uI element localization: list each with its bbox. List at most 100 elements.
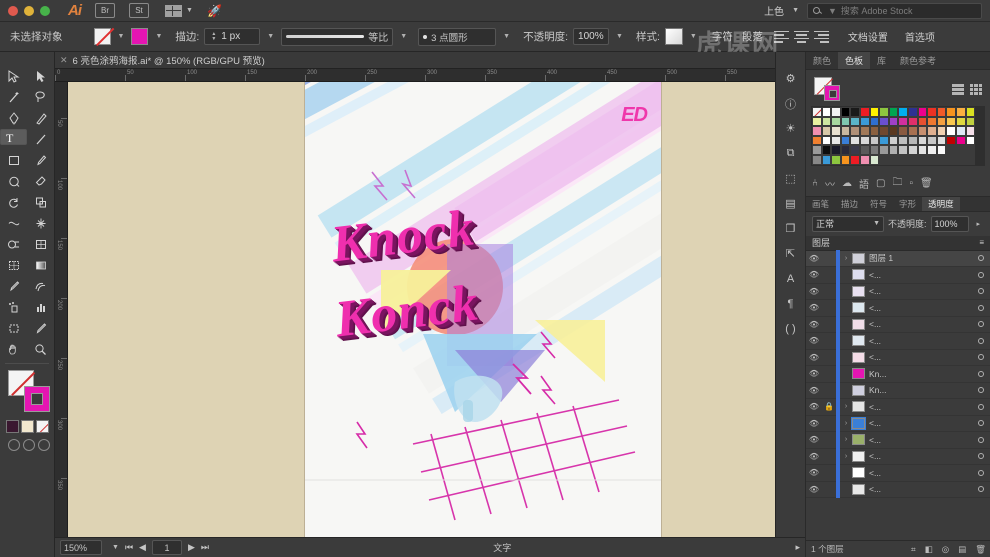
color-swatch[interactable] bbox=[859, 107, 870, 117]
draw-mode-icon[interactable] bbox=[23, 439, 35, 451]
color-swatch[interactable] bbox=[859, 154, 870, 165]
layer-name[interactable]: Kn... bbox=[869, 385, 972, 395]
layer-row[interactable]: 👁 <... bbox=[806, 349, 990, 367]
screen-mode-buttons[interactable] bbox=[8, 439, 54, 451]
eraser-tool[interactable] bbox=[27, 171, 54, 192]
width-tool[interactable] bbox=[0, 213, 27, 234]
color-swatch[interactable] bbox=[907, 145, 918, 155]
color-swatch[interactable] bbox=[850, 116, 860, 127]
slice-tool[interactable] bbox=[27, 318, 54, 339]
layer-row[interactable]: 👁 <... bbox=[806, 316, 990, 334]
color-swatch[interactable] bbox=[936, 145, 947, 155]
color-swatch[interactable] bbox=[907, 116, 918, 127]
layer-name[interactable]: <... bbox=[869, 402, 972, 412]
disclosure-triangle-icon[interactable]: › bbox=[840, 403, 852, 410]
canvas-area[interactable]: ED Knock Konck bbox=[68, 82, 825, 537]
color-swatch[interactable] bbox=[821, 154, 832, 165]
target-indicator[interactable] bbox=[972, 418, 990, 428]
target-indicator[interactable] bbox=[972, 484, 990, 494]
color-swatch[interactable] bbox=[879, 116, 889, 127]
color-swatch[interactable] bbox=[927, 107, 937, 117]
zoom-tool[interactable] bbox=[27, 339, 54, 360]
tab-library[interactable]: 库 bbox=[870, 52, 893, 69]
color-swatch[interactable] bbox=[955, 135, 966, 146]
color-swatch[interactable] bbox=[907, 135, 918, 146]
last-artboard-icon[interactable]: ⏭ bbox=[201, 542, 209, 553]
layers-list[interactable]: 👁 › 图层 1 👁 <... 👁 <... 👁 <... 👁 <... 👁 <... 👁 <... 👁 Kn.… bbox=[806, 250, 990, 499]
bridge-icon[interactable]: Br bbox=[95, 3, 115, 18]
tab-stroke[interactable]: 描边 bbox=[835, 197, 864, 211]
color-swatch[interactable] bbox=[927, 135, 937, 146]
color-swatch[interactable] bbox=[936, 107, 947, 117]
type-tool[interactable]: T bbox=[0, 129, 27, 145]
glyph-icon[interactable]: 語 bbox=[859, 176, 869, 191]
color-swatch[interactable] bbox=[879, 126, 889, 136]
color-swatch[interactable] bbox=[879, 107, 889, 117]
transparency-opacity-input[interactable]: 100% bbox=[930, 215, 969, 232]
blank-icon[interactable]: ▢ bbox=[876, 178, 885, 189]
color-swatch[interactable] bbox=[859, 126, 870, 136]
artboard-tool[interactable] bbox=[0, 318, 27, 339]
delete-layer-icon[interactable]: 🗑 bbox=[975, 544, 986, 555]
color-swatch[interactable] bbox=[936, 154, 947, 165]
color-swatch[interactable] bbox=[955, 145, 966, 155]
color-swatch[interactable] bbox=[946, 107, 956, 117]
chevron-down-icon[interactable]: ▼ bbox=[265, 33, 276, 40]
color-swatch[interactable] bbox=[955, 154, 966, 165]
color-swatch[interactable] bbox=[898, 154, 908, 165]
arrange-documents-icon[interactable] bbox=[165, 4, 182, 17]
target-indicator[interactable] bbox=[972, 336, 990, 346]
color-swatch[interactable] bbox=[821, 116, 832, 127]
chevron-down-icon[interactable]: ▼ bbox=[186, 7, 193, 14]
zoom-level-input[interactable]: 150% bbox=[60, 540, 102, 555]
target-indicator[interactable] bbox=[972, 385, 990, 395]
eye-icon[interactable]: 👁 bbox=[806, 402, 822, 411]
eye-icon[interactable]: 👁 bbox=[806, 270, 822, 279]
lock-icon[interactable]: 🔒 bbox=[822, 402, 836, 411]
layer-name[interactable]: <... bbox=[869, 468, 972, 478]
color-swatch[interactable] bbox=[898, 145, 908, 155]
target-indicator[interactable] bbox=[972, 286, 990, 296]
color-swatch[interactable] bbox=[965, 135, 976, 146]
target-indicator[interactable] bbox=[972, 270, 990, 280]
color-swatch[interactable] bbox=[965, 107, 976, 117]
align-icon[interactable]: ▤ bbox=[776, 191, 805, 216]
export-icon[interactable]: ⇱ bbox=[776, 241, 805, 266]
color-swatch-button[interactable] bbox=[6, 420, 19, 433]
color-swatch[interactable] bbox=[927, 116, 937, 127]
color-swatch[interactable] bbox=[888, 135, 899, 146]
next-artboard-icon[interactable]: ▶ bbox=[188, 542, 195, 553]
stroke-color-indicator[interactable] bbox=[24, 386, 50, 412]
gradient-tool[interactable] bbox=[27, 255, 54, 276]
stock-search-input[interactable]: ▼ 搜索 Adobe Stock bbox=[807, 2, 982, 19]
select-icon[interactable]: ⬚ bbox=[776, 166, 805, 191]
make-clip-icon[interactable]: ⌗ bbox=[911, 544, 916, 555]
character-icon[interactable]: A bbox=[776, 266, 805, 291]
color-swatch[interactable] bbox=[917, 154, 928, 165]
direct-selection-tool[interactable] bbox=[27, 66, 54, 87]
eye-icon[interactable]: 👁 bbox=[806, 386, 822, 395]
grid-view-icon[interactable] bbox=[970, 83, 982, 95]
color-swatch[interactable] bbox=[927, 145, 937, 155]
fill-stroke-preview[interactable] bbox=[814, 77, 844, 101]
character-link[interactable]: 字符 bbox=[712, 29, 733, 44]
color-swatch[interactable] bbox=[927, 126, 937, 136]
first-artboard-icon[interactable]: ⏮ bbox=[125, 542, 133, 553]
target-indicator[interactable] bbox=[972, 451, 990, 461]
eye-icon[interactable]: 👁 bbox=[806, 336, 822, 345]
color-swatch[interactable] bbox=[821, 145, 832, 155]
color-swatch[interactable] bbox=[955, 107, 966, 117]
normal-screen-mode-icon[interactable] bbox=[8, 439, 20, 451]
document-setup-button[interactable]: 文档设置 bbox=[842, 28, 894, 46]
shaper-tool[interactable] bbox=[0, 171, 27, 192]
scale-tool[interactable] bbox=[27, 192, 54, 213]
eye-icon[interactable]: 👁 bbox=[806, 419, 822, 428]
color-swatch[interactable] bbox=[917, 126, 928, 136]
close-window-button[interactable] bbox=[8, 5, 18, 16]
color-swatch[interactable] bbox=[859, 116, 870, 127]
target-indicator[interactable] bbox=[972, 303, 990, 313]
mesh-tool[interactable] bbox=[0, 255, 27, 276]
minimize-window-button[interactable] bbox=[24, 5, 34, 16]
color-swatch[interactable] bbox=[831, 116, 841, 127]
swatch-grid[interactable] bbox=[811, 106, 985, 166]
